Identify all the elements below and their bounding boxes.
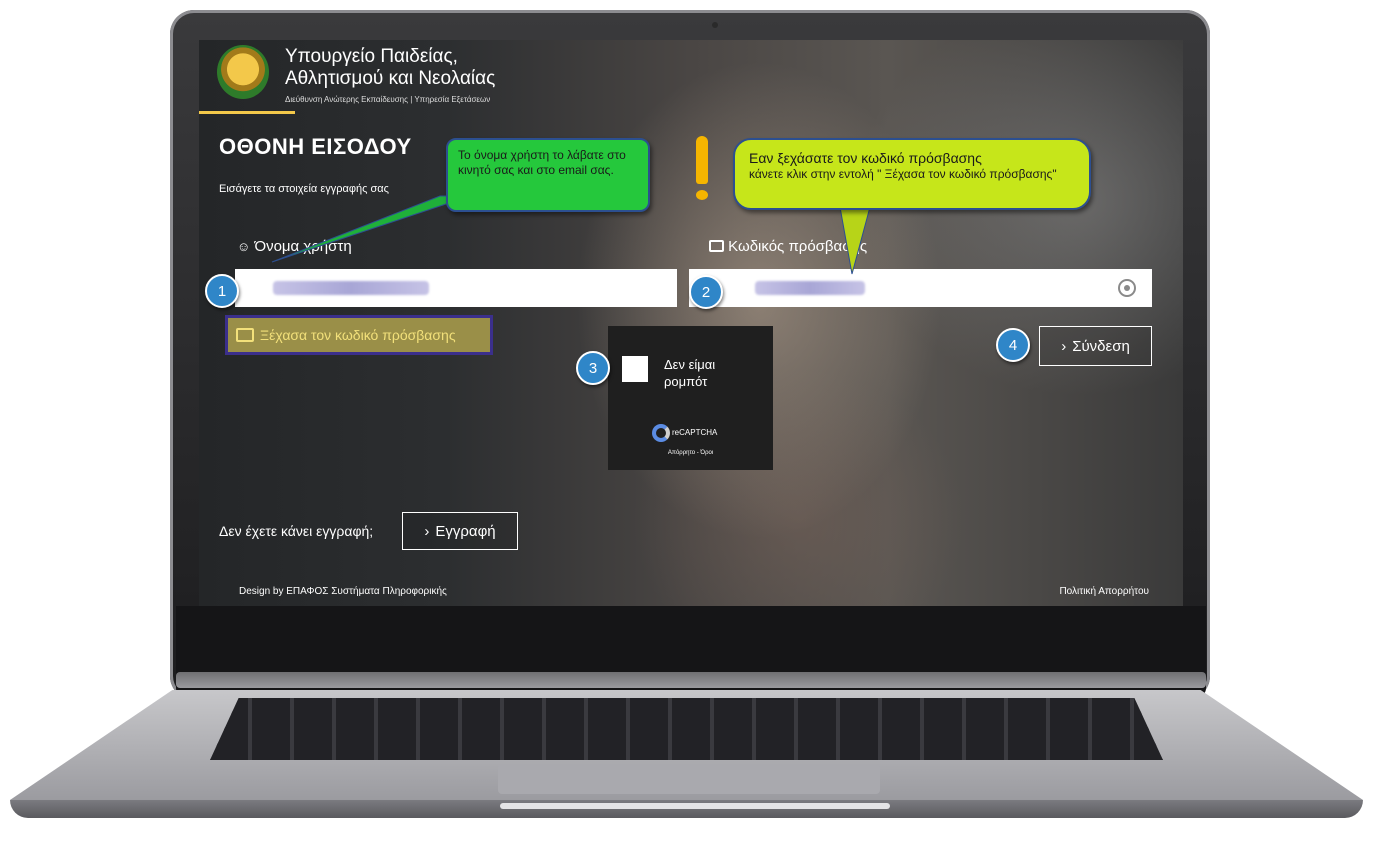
laptop-notch [500, 803, 890, 809]
lock-icon [236, 328, 254, 342]
page-title: ΟΘΟΝΗ ΕΙΣΟΔΟΥ [219, 134, 412, 159]
page-subtitle: Εισάγετε τα στοιχεία εγγραφής σας [219, 183, 389, 195]
exclamation-dot [696, 190, 708, 200]
laptop-base [10, 690, 1363, 830]
ministry-name-line2: Αθλητισμού και Νεολαίας [285, 68, 496, 89]
password-field[interactable]: abcdefgh [689, 269, 1152, 307]
recaptcha-links[interactable]: Απόρρητο - Όροι [608, 450, 773, 456]
footer-credit[interactable]: Design by ΕΠΑΦΟΣ Συστήματα Πληροφορικής [239, 586, 447, 597]
step-badge-4: 4 [996, 328, 1030, 362]
step-badge-2: 2 [689, 275, 723, 309]
forgot-password-label: Ξέχασα τον κωδικό πρόσβασης [260, 327, 456, 343]
ministry-name: Υπουργείο Παιδείας, Αθλητισμού και Νεολα… [285, 46, 495, 90]
register-button[interactable]: › Εγγραφή [402, 512, 518, 550]
username-value: abcdefgh [273, 281, 429, 295]
logo-underline [199, 111, 295, 114]
ministry-name-line1: Υπουργείο Παιδείας, [285, 46, 458, 67]
recaptcha-checkbox[interactable] [622, 356, 648, 382]
password-label: Κωδικός πρόσβασης [709, 238, 867, 255]
login-button-label: Σύνδεση [1072, 337, 1130, 355]
cyprus-emblem-icon [217, 45, 269, 99]
webcam [712, 22, 718, 28]
username-field[interactable]: abcdefgh [235, 269, 677, 307]
login-screen: Υπουργείο Παιδείας, Αθλητισμού και Νεολα… [199, 40, 1183, 606]
touchpad [498, 764, 880, 794]
step-badge-1: 1 [205, 274, 239, 308]
step-badge-3: 3 [576, 351, 610, 385]
forgot-password-link[interactable]: Ξέχασα τον κωδικό πρόσβασης [225, 315, 493, 355]
keyboard [210, 698, 1163, 760]
callout-username: Το όνομα χρήστη το λάβατε στο κινητό σας… [446, 138, 650, 212]
login-button[interactable]: › Σύνδεση [1039, 326, 1152, 366]
lock-icon [709, 240, 724, 252]
callout-username-text: Το όνομα χρήστη το λάβατε στο κινητό σας… [458, 148, 626, 177]
chevron-right-icon: › [1061, 337, 1067, 355]
recaptcha-brand: reCAPTCHA [672, 428, 718, 437]
exclamation-icon [696, 136, 708, 184]
password-value: abcdefgh [755, 281, 865, 295]
user-icon: ☺ [237, 239, 251, 254]
recaptcha-logo-icon [652, 424, 670, 442]
laptop-hinge [176, 672, 1206, 688]
callout-password-line2: κάνετε κλικ στην εντολή " Ξέχασα τον κωδ… [749, 167, 1057, 181]
privacy-policy-link[interactable]: Πολιτική Απορρήτου [1059, 586, 1149, 597]
chevron-right-icon: › [424, 522, 430, 540]
eye-icon[interactable] [1118, 279, 1136, 297]
recaptcha-label: Δεν είμαι ρομπότ [664, 357, 716, 389]
callout-password: Εαν ξεχάσατε τον κωδικό πρόσβασης κάνετε… [733, 138, 1091, 210]
recaptcha-widget: Δεν είμαι ρομπότ reCAPTCHA Απόρρητο - Όρ… [608, 326, 773, 470]
callout-password-line1: Εαν ξεχάσατε τον κωδικό πρόσβασης [749, 150, 982, 166]
register-question: Δεν έχετε κάνει εγγραφή; [219, 523, 374, 539]
ministry-subtitle: Διεύθυνση Ανώτερης Εκπαίδευσης | Υπηρεσί… [285, 95, 491, 104]
username-label: ☺ Όνομα χρήστη [237, 238, 352, 255]
register-button-label: Εγγραφή [435, 522, 496, 540]
